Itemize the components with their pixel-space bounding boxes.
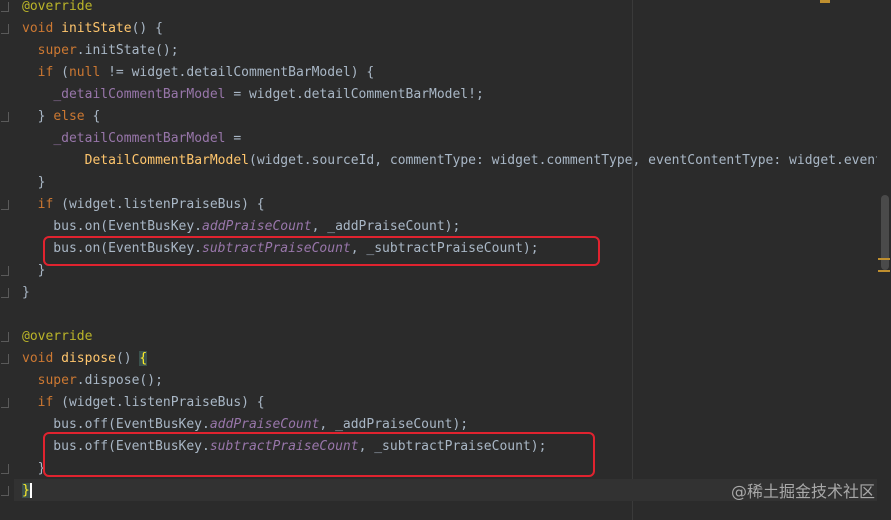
code-line[interactable]: void initState() { — [22, 18, 163, 40]
fold-marker-icon[interactable] — [1, 464, 9, 474]
code-line[interactable]: bus.on(EventBusKey.addPraiseCount, _addP… — [22, 216, 460, 238]
code-line[interactable]: @override — [22, 0, 92, 18]
code-token: dispose — [61, 351, 116, 366]
code-token: bus.off(EventBusKey. — [22, 417, 210, 432]
code-token: , _addPraiseCount); — [311, 219, 461, 234]
code-token: } — [22, 175, 46, 190]
code-token: } — [22, 285, 30, 300]
code-line[interactable]: _detailCommentBarModel = widget.detailCo… — [22, 84, 484, 106]
code-line[interactable]: void dispose() { — [22, 348, 148, 370]
code-line[interactable]: } — [22, 260, 46, 282]
vertical-scrollbar[interactable] — [877, 0, 891, 520]
code-token: { — [139, 351, 148, 366]
code-token: .dispose(); — [76, 373, 163, 388]
code-token: (widget.sourceId, commentType: widget.co… — [249, 153, 891, 168]
code-token: = — [225, 131, 242, 146]
line-gutter — [0, 0, 14, 520]
code-token: if — [37, 395, 62, 410]
code-line[interactable]: } — [22, 458, 46, 480]
fold-marker-icon[interactable] — [1, 354, 9, 364]
fold-marker-icon[interactable] — [1, 24, 9, 34]
code-line[interactable]: } else { — [22, 106, 101, 128]
code-token: (widget.listenPraiseBus) { — [61, 395, 265, 410]
fold-marker-icon[interactable] — [1, 112, 9, 122]
watermark: @稀土掘金技术社区 — [730, 482, 875, 501]
code-token: , _addPraiseCount); — [319, 417, 469, 432]
code-token: if — [37, 197, 62, 212]
code-token: addPraiseCount — [209, 417, 320, 432]
code-token: } — [22, 461, 46, 476]
code-line[interactable]: if (widget.listenPraiseBus) { — [22, 194, 265, 216]
code-token: initState — [61, 21, 132, 36]
code-line[interactable]: super.initState(); — [22, 40, 179, 62]
code-token: .initState(); — [76, 43, 179, 58]
code-token: else — [53, 109, 85, 124]
fold-marker-icon[interactable] — [1, 200, 9, 210]
code-token: void — [22, 351, 62, 366]
annotation-box-on — [43, 236, 600, 266]
code-line[interactable]: _detailCommentBarModel = — [22, 128, 241, 150]
code-line[interactable]: DetailCommentBarModel(widget.sourceId, c… — [22, 150, 891, 172]
code-token: } — [22, 263, 46, 278]
fold-marker-icon[interactable] — [1, 398, 9, 408]
code-line[interactable]: if (null != widget.detailCommentBarModel… — [22, 62, 375, 84]
code-token: super — [37, 43, 77, 58]
fold-marker-icon[interactable] — [1, 332, 9, 342]
code-token: @override — [22, 329, 93, 344]
code-token: () — [115, 351, 140, 366]
code-line[interactable]: @override — [22, 326, 92, 348]
fold-marker-icon[interactable] — [1, 288, 9, 298]
code-token: if — [37, 65, 62, 80]
change-marker-icon — [878, 258, 890, 260]
code-token: () { — [131, 21, 163, 36]
change-marker-icon — [878, 270, 890, 272]
code-token: { — [84, 109, 101, 124]
code-token: null — [68, 65, 101, 80]
code-token: } — [22, 109, 54, 124]
code-token: bus.on(EventBusKey. — [22, 219, 203, 234]
code-token: DetailCommentBarModel — [84, 153, 249, 168]
code-line[interactable]: } — [22, 480, 32, 502]
code-line[interactable]: super.dispose(); — [22, 370, 163, 392]
code-token: @override — [22, 0, 93, 14]
code-token: super — [37, 373, 77, 388]
fold-marker-icon[interactable] — [1, 486, 9, 496]
code-line[interactable]: } — [22, 172, 46, 194]
code-token: } — [22, 483, 30, 498]
code-token: _detailCommentBarModel — [53, 87, 226, 102]
code-token: ( — [61, 65, 69, 80]
fold-marker-icon[interactable] — [1, 2, 9, 12]
code-token: void — [22, 21, 62, 36]
code-line[interactable]: if (widget.listenPraiseBus) { — [22, 392, 265, 414]
code-token: (widget.listenPraiseBus) { — [61, 197, 265, 212]
code-token: addPraiseCount — [202, 219, 312, 234]
annotation-box-off — [43, 432, 595, 477]
code-line[interactable]: } — [22, 282, 30, 304]
code-token: = widget.detailCommentBarModel!; — [225, 87, 484, 102]
text-cursor — [29, 483, 32, 498]
code-token: _detailCommentBarModel — [53, 131, 226, 146]
fold-marker-icon[interactable] — [1, 266, 9, 276]
code-token: != widget.detailCommentBarModel) { — [100, 65, 375, 80]
